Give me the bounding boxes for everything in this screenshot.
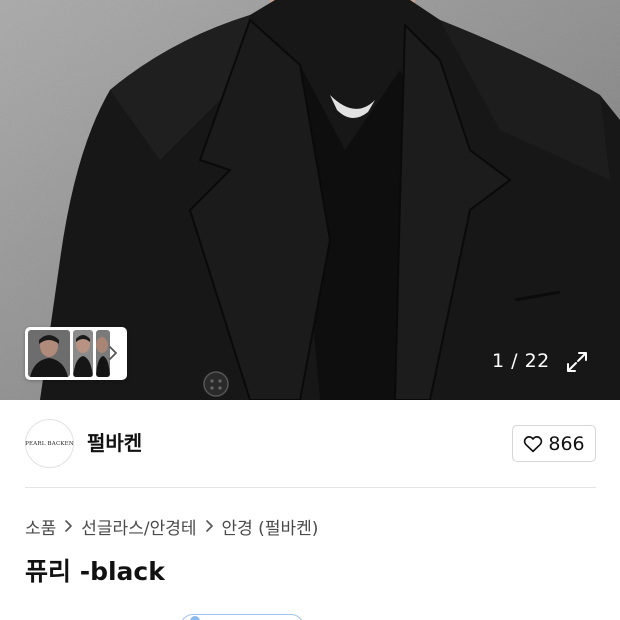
- breadcrumb: 소품 선글라스/안경테 안경 (펄바켄): [25, 514, 319, 539]
- seller-name[interactable]: 펄바켄: [87, 430, 142, 456]
- heart-outline-icon: [524, 435, 543, 452]
- partial-chip-icon: [190, 616, 200, 620]
- thumbnail-strip[interactable]: [25, 327, 127, 380]
- product-image-gallery[interactable]: 1 / 22: [0, 0, 620, 400]
- like-button[interactable]: 866: [512, 425, 596, 462]
- breadcrumb-item-subcategory[interactable]: 선글라스/안경테: [81, 514, 196, 539]
- breadcrumb-item-category[interactable]: 소품: [25, 514, 56, 539]
- product-title: 퓨리 -black: [25, 557, 165, 586]
- chevron-right-icon: [65, 520, 73, 532]
- thumbnail-1[interactable]: [28, 330, 70, 377]
- thumbnail-2[interactable]: [73, 330, 93, 377]
- expand-icon[interactable]: [565, 350, 589, 374]
- seller-section: PEARL BACKEN 펄바켄 866: [0, 400, 620, 488]
- breadcrumb-item-brand-category[interactable]: 안경 (펄바켄): [222, 514, 319, 539]
- chevron-right-icon[interactable]: [106, 343, 120, 363]
- like-count: 866: [548, 432, 585, 455]
- section-divider: [25, 487, 596, 488]
- seller-logo-text: PEARL BACKEN: [25, 440, 74, 447]
- seller-avatar[interactable]: PEARL BACKEN: [25, 419, 74, 468]
- chevron-right-icon: [205, 520, 213, 532]
- image-counter: 1 / 22: [492, 350, 550, 372]
